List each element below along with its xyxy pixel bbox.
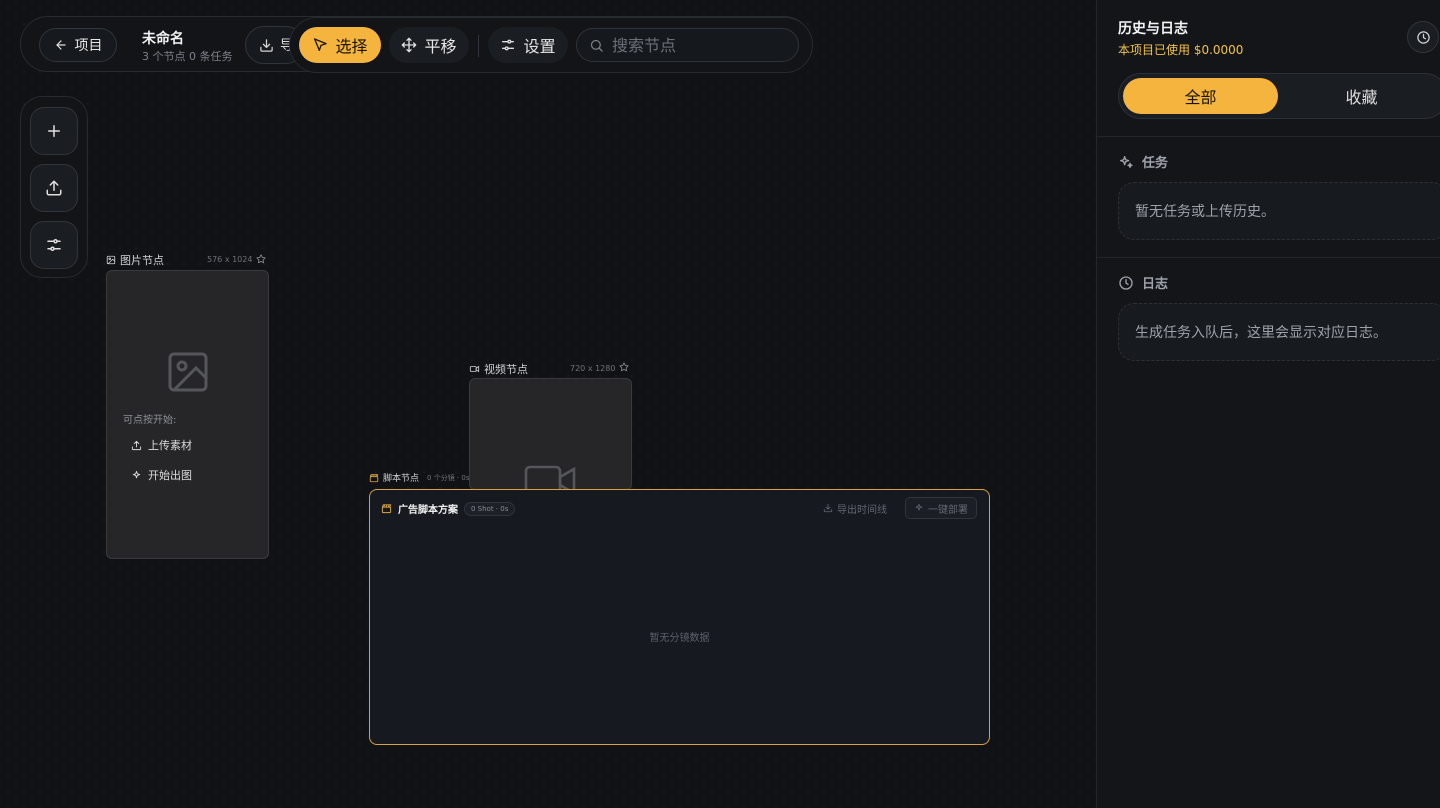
history-log-panel: 历史与日志 本项目已使用 $0.0000 全部 收藏 任务 暂无任务或上传历史。… bbox=[1096, 0, 1440, 808]
tool-group: 选择 平移 设置 bbox=[289, 17, 813, 73]
script-node-header[interactable]: 脚本节点 0 个分镜 · 0s bbox=[369, 471, 469, 484]
logs-heading-label: 日志 bbox=[1142, 277, 1169, 292]
side-toolbar bbox=[20, 96, 88, 278]
script-node-meta: 0 个分镜 · 0s bbox=[427, 473, 470, 482]
project-subtitle: 3 个节点 0 条任务 bbox=[142, 50, 233, 63]
video-icon bbox=[469, 364, 480, 374]
upload-button[interactable] bbox=[30, 164, 78, 212]
pan-tool-button[interactable]: 平移 bbox=[389, 27, 469, 63]
download-icon bbox=[823, 503, 833, 513]
clock-icon bbox=[1118, 275, 1134, 291]
filter-segmented-control: 全部 收藏 bbox=[1118, 73, 1440, 119]
search-box bbox=[576, 28, 799, 62]
sparkles-icon bbox=[914, 503, 924, 513]
upload-icon bbox=[131, 440, 142, 451]
project-title[interactable]: 未命名 bbox=[142, 28, 184, 48]
select-tool-label: 选择 bbox=[335, 37, 368, 56]
video-node-label: 视频节点 bbox=[484, 363, 528, 376]
section-divider bbox=[1097, 257, 1440, 258]
toolbar-divider bbox=[478, 35, 479, 57]
download-icon bbox=[259, 38, 274, 53]
one-click-deploy-button[interactable]: 一键部署 bbox=[905, 497, 977, 519]
clapperboard-icon bbox=[369, 473, 379, 483]
usage-cost: 本项目已使用 $0.0000 bbox=[1118, 43, 1244, 57]
move-icon bbox=[401, 37, 417, 53]
tasks-section-heading: 任务 bbox=[1118, 152, 1168, 171]
star-icon[interactable] bbox=[619, 362, 629, 372]
one-click-deploy-label: 一键部署 bbox=[928, 504, 968, 516]
plus-icon bbox=[45, 122, 63, 140]
shot-count-chip: 0 Shot · 0s bbox=[464, 501, 516, 516]
tasks-empty-state: 暂无任务或上传历史。 bbox=[1118, 182, 1440, 240]
search-icon bbox=[589, 38, 604, 53]
workflow-canvas[interactable]: 项目 未命名 3 个节点 0 条任务 导出 选择 平移 bbox=[0, 0, 1096, 808]
settings-label: 设置 bbox=[523, 37, 556, 56]
sparkles-icon bbox=[131, 470, 142, 481]
image-node-label: 图片节点 bbox=[120, 254, 164, 267]
image-node-hint: 可点按开始: bbox=[123, 415, 177, 426]
video-node-header[interactable]: 视频节点 bbox=[469, 361, 528, 377]
script-title-text: 广告脚本方案 bbox=[398, 505, 458, 516]
script-node-label: 脚本节点 bbox=[383, 474, 420, 484]
image-node-dimensions: 576 x 1024 bbox=[207, 255, 253, 264]
select-tool-button[interactable]: 选择 bbox=[299, 27, 381, 63]
cursor-icon bbox=[312, 37, 328, 53]
sliders-icon bbox=[500, 37, 516, 53]
video-node[interactable] bbox=[469, 378, 632, 490]
upload-material-action[interactable]: 上传素材 bbox=[131, 437, 192, 453]
upload-material-label: 上传素材 bbox=[148, 439, 192, 452]
top-toolbar: 项目 未命名 3 个节点 0 条任务 导出 选择 平移 bbox=[20, 16, 813, 73]
arrow-left-icon bbox=[54, 38, 68, 52]
panel-title: 历史与日志 bbox=[1118, 21, 1188, 37]
pan-tool-label: 平移 bbox=[424, 37, 457, 56]
export-timeline-label: 导出时间线 bbox=[837, 504, 887, 516]
star-icon[interactable] bbox=[256, 254, 266, 264]
generate-image-action[interactable]: 开始出图 bbox=[131, 467, 192, 483]
add-node-button[interactable] bbox=[30, 107, 78, 155]
export-timeline-button[interactable]: 导出时间线 bbox=[815, 497, 895, 519]
section-divider bbox=[1097, 136, 1440, 137]
image-icon bbox=[106, 255, 116, 265]
image-placeholder-icon bbox=[164, 348, 212, 396]
script-empty-message: 暂无分镜数据 bbox=[649, 633, 710, 644]
search-input[interactable] bbox=[612, 35, 782, 55]
video-placeholder-icon bbox=[524, 461, 578, 489]
settings-button[interactable]: 设置 bbox=[488, 27, 568, 63]
logs-empty-state: 生成任务入队后，这里会显示对应日志。 bbox=[1118, 303, 1440, 361]
script-node[interactable]: 广告脚本方案 0 Shot · 0s 导出时间线 一键部署 暂无分镜数据 bbox=[369, 489, 990, 745]
history-toggle-button[interactable] bbox=[1407, 21, 1439, 53]
upload-icon bbox=[45, 179, 63, 197]
back-button-label: 项目 bbox=[74, 38, 103, 54]
clock-icon bbox=[1416, 30, 1431, 45]
canvas-settings-button[interactable] bbox=[30, 221, 78, 269]
image-node-header[interactable]: 图片节点 bbox=[106, 252, 164, 268]
video-node-dimensions: 720 x 1280 bbox=[570, 364, 616, 373]
tasks-heading-label: 任务 bbox=[1142, 156, 1169, 171]
sliders-icon bbox=[45, 236, 63, 254]
tab-all[interactable]: 全部 bbox=[1123, 78, 1278, 114]
sparkles-icon bbox=[1118, 154, 1134, 170]
script-title: 广告脚本方案 0 Shot · 0s bbox=[381, 501, 516, 516]
logs-section-heading: 日志 bbox=[1118, 273, 1168, 292]
clapperboard-icon bbox=[381, 503, 392, 514]
generate-image-label: 开始出图 bbox=[148, 469, 192, 482]
tab-favorites[interactable]: 收藏 bbox=[1284, 78, 1439, 114]
image-node[interactable]: 可点按开始: 上传素材 开始出图 bbox=[106, 270, 269, 559]
back-to-projects-button[interactable]: 项目 bbox=[39, 28, 117, 62]
